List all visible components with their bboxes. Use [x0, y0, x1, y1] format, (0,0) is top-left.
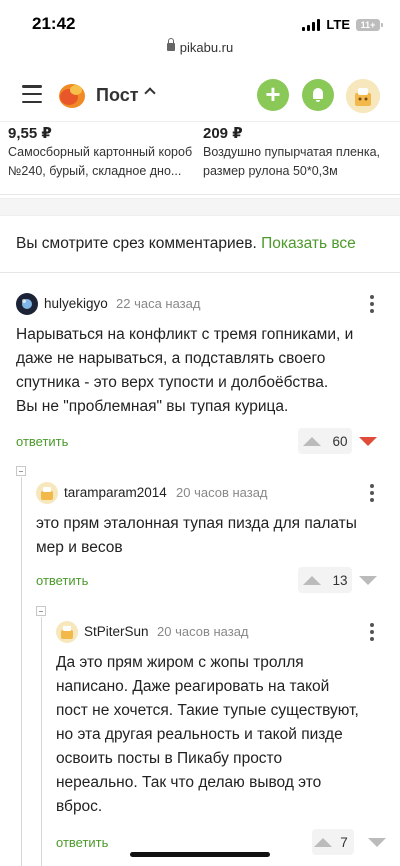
battery-icon: 11+: [356, 18, 383, 31]
comment-line: Да это прям жиром с жопы тролля: [56, 654, 304, 671]
signal-icon: [302, 18, 321, 31]
comment-line: Вы не "проблемная" вы тупая курица.: [16, 398, 289, 415]
comments-slice-notice: Вы смотрите срез комментариев. Показать …: [16, 235, 356, 253]
comment-line: мер и весов: [36, 539, 123, 556]
product-price: 9,55 ₽: [8, 125, 52, 142]
comment-author[interactable]: StPiterSun: [84, 624, 149, 639]
vote-controls: 7: [314, 829, 386, 855]
comment-line: это прям эталонная тупая пизда для палат…: [36, 515, 357, 532]
comment-time: 20 часов назад: [157, 624, 249, 639]
product-card[interactable]: 209 ₽ Воздушно пупырчатая пленка, размер…: [203, 124, 393, 180]
divider: [0, 272, 400, 273]
reply-button[interactable]: ответить: [56, 835, 108, 850]
vote-controls: 13: [303, 567, 377, 593]
network-label: LTE: [326, 17, 350, 32]
downvote-icon[interactable]: [359, 575, 377, 585]
reply-button[interactable]: ответить: [16, 434, 68, 449]
comment-line: спутника - это верх тупости и долбоёбств…: [16, 374, 329, 391]
status-bar: 21:42 LTE 11+: [0, 0, 400, 42]
avatar-image: [346, 79, 380, 113]
app-header: Пост +: [0, 66, 400, 122]
commenter-avatar[interactable]: [56, 621, 78, 643]
hamburger-menu-icon[interactable]: [22, 85, 42, 103]
upvote-icon[interactable]: [314, 837, 332, 847]
vote-controls: 60: [303, 428, 377, 454]
collapse-thread-button[interactable]: [36, 606, 46, 616]
comment-line: даже не нарываться, а подставлять своего: [16, 350, 326, 367]
downvote-icon[interactable]: [359, 436, 377, 446]
url-domain: pikabu.ru: [179, 40, 234, 55]
thread-line[interactable]: [41, 617, 42, 866]
notifications-button[interactable]: [302, 79, 334, 111]
product-name-line: Самосборный картонный короб: [8, 145, 193, 159]
home-indicator[interactable]: [130, 852, 270, 857]
comment-text: Да это прям жиром с жопы тролля написано…: [56, 651, 359, 819]
avatar-image: [36, 482, 58, 504]
bell-icon: [313, 88, 323, 102]
pikabu-logo-icon[interactable]: [55, 79, 87, 111]
rating-count: 60: [332, 433, 348, 449]
add-post-button[interactable]: +: [257, 79, 289, 111]
more-options-icon[interactable]: [370, 295, 374, 313]
chevron-up-icon[interactable]: [144, 87, 156, 99]
more-options-icon[interactable]: [370, 484, 374, 502]
url-bar[interactable]: pikabu.ru: [0, 38, 400, 62]
section-separator: [0, 198, 400, 216]
avatar-image: [16, 293, 38, 315]
comment-line: Нарываться на конфликт с тремя гопниками…: [16, 326, 354, 343]
comment-line: пост не хочется. Такие тупые существуют,: [56, 702, 359, 719]
upvote-icon[interactable]: [303, 436, 321, 446]
user-avatar[interactable]: [346, 79, 380, 113]
status-time: 21:42: [32, 14, 76, 33]
product-name-line: Воздушно пупырчатая пленка,: [203, 145, 381, 159]
comment-time: 20 часов назад: [176, 485, 268, 500]
rating-count: 7: [340, 834, 348, 850]
product-name-line: №240, бурый, складное дно...: [8, 164, 182, 178]
comment-line: нереально. Так что делаю вывод это: [56, 774, 322, 791]
comment-text: это прям эталонная тупая пизда для палат…: [36, 512, 357, 560]
product-name-line: размер рулона 50*0,3м: [203, 164, 338, 178]
commenter-avatar[interactable]: [16, 293, 38, 315]
upvote-icon[interactable]: [303, 575, 321, 585]
comment-line: но эта другая реальность и такой пизде: [56, 726, 343, 743]
thread-line[interactable]: [21, 477, 22, 866]
comment-time: 22 часа назад: [116, 296, 201, 311]
collapse-thread-button[interactable]: [16, 466, 26, 476]
product-strip: 9,55 ₽ Самосборный картонный короб №240,…: [0, 122, 400, 198]
comment-text: Нарываться на конфликт с тремя гопниками…: [16, 323, 353, 419]
divider: [0, 194, 400, 195]
lock-icon: [166, 38, 175, 51]
comment-line: вброс.: [56, 798, 103, 815]
comment-line: освоить посты в Пикабу просто: [56, 750, 283, 767]
downvote-icon[interactable]: [368, 837, 386, 847]
notice-text: Вы смотрите срез комментариев.: [16, 235, 257, 252]
reply-button[interactable]: ответить: [36, 573, 88, 588]
page-title[interactable]: Пост: [96, 85, 139, 106]
comment-line: написано. Даже реагировать на такой: [56, 678, 330, 695]
comment-author[interactable]: hulyekigyo: [44, 296, 108, 311]
status-indicators: LTE 11+: [302, 17, 383, 32]
product-price: 209 ₽: [203, 125, 243, 142]
avatar-image: [56, 621, 78, 643]
battery-level: 11+: [360, 19, 376, 30]
commenter-avatar[interactable]: [36, 482, 58, 504]
rating-count: 13: [332, 572, 348, 588]
more-options-icon[interactable]: [370, 623, 374, 641]
show-all-link[interactable]: Показать все: [261, 235, 356, 252]
comment-author[interactable]: taramparam2014: [64, 485, 167, 500]
product-card[interactable]: 9,55 ₽ Самосборный картонный короб №240,…: [8, 124, 198, 180]
